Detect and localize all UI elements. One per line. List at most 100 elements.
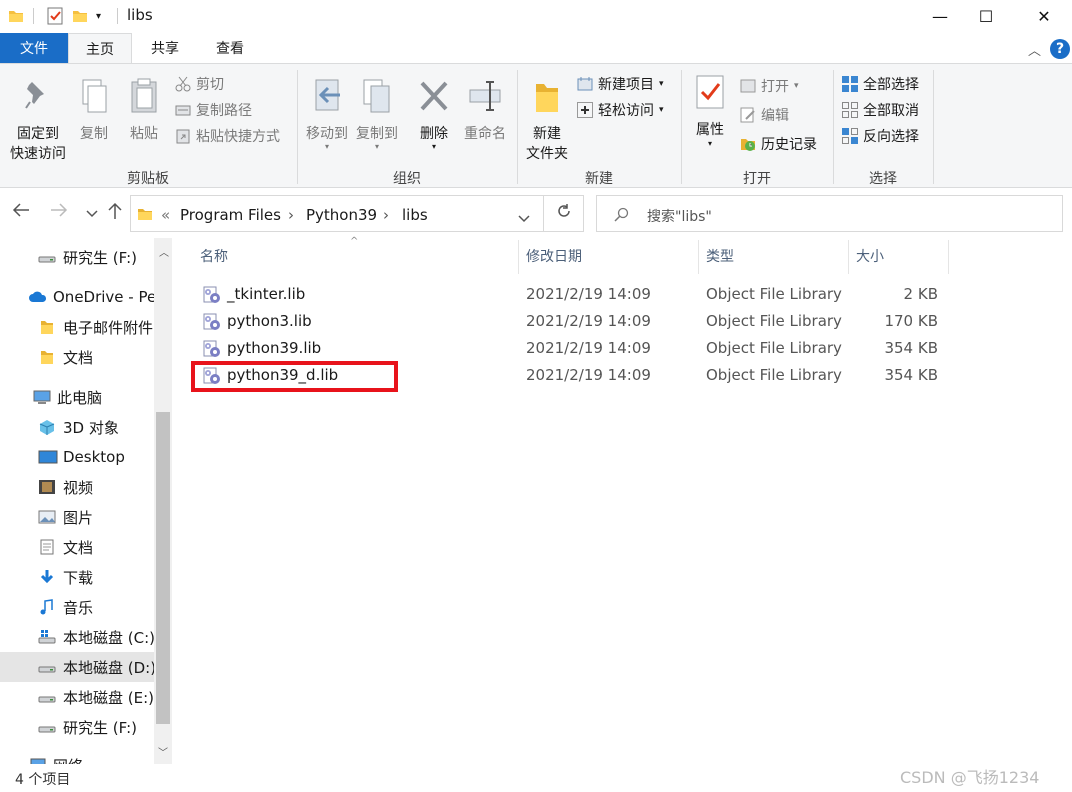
nav-item[interactable]: 研究生 (F:) (0, 712, 154, 742)
back-arrow-icon[interactable] (12, 202, 30, 222)
collapse-ribbon-icon[interactable]: ︿ (1028, 40, 1041, 59)
nav-item[interactable]: 下载 (0, 562, 154, 592)
nav-item[interactable]: 本地磁盘 (D:) (0, 652, 154, 682)
watermark: CSDN @飞扬1234 (900, 768, 1040, 787)
nav-item[interactable]: 网络 (0, 750, 154, 764)
column-header-size[interactable]: 大小 (856, 246, 884, 266)
forward-arrow-icon[interactable] (50, 202, 68, 222)
invert-selection-button[interactable]: 反向选择 (842, 126, 919, 146)
easy-access-icon (577, 102, 593, 118)
file-row[interactable]: _tkinter.lib 2021/2/19 14:09 Object File L… (196, 281, 956, 308)
nav-item[interactable]: 本地磁盘 (E:) (0, 682, 154, 712)
new-folder-button[interactable]: 新建 文件夹 (522, 78, 572, 164)
select-none-button[interactable]: 全部取消 (842, 100, 919, 120)
copy-to-button[interactable]: 复制到 ▾ (352, 78, 402, 151)
customize-quick-access-icon[interactable]: ▾ (96, 6, 101, 26)
column-divider[interactable] (948, 240, 949, 274)
nav-item[interactable]: 研究生 (F:) (0, 242, 154, 272)
breadcrumb-overflow[interactable]: « (161, 206, 170, 224)
group-divider (297, 70, 298, 184)
search-icon (613, 207, 629, 227)
select-all-button[interactable]: 全部选择 (842, 74, 919, 94)
breadcrumb-python39[interactable]: Python39 (306, 206, 377, 224)
maximize-button[interactable]: ☐ (963, 0, 1009, 32)
scroll-down-icon[interactable]: ﹀ (158, 744, 168, 759)
tab-share[interactable]: 共享 (134, 33, 196, 63)
document-icon (38, 539, 56, 555)
drive-icon (38, 719, 56, 735)
nav-item-label: 下载 (63, 568, 94, 587)
nav-item[interactable]: OneDrive - Pe (0, 282, 154, 312)
cloud-icon (28, 289, 47, 305)
nav-item[interactable]: Desktop (0, 442, 154, 472)
file-date: 2021/2/19 14:09 (526, 339, 651, 357)
breadcrumb-separator-icon[interactable]: › (288, 206, 294, 224)
new-folder-quick-icon[interactable] (72, 6, 88, 26)
address-bar[interactable]: « Program Files › Python39 › libs (130, 195, 544, 232)
copy-to-icon (352, 78, 402, 120)
nav-item[interactable]: 音乐 (0, 592, 154, 622)
column-divider[interactable] (848, 240, 849, 274)
new-item-button[interactable]: 新建项目 ▾ (577, 74, 664, 94)
easy-access-button[interactable]: 轻松访问 ▾ (577, 100, 664, 120)
copy-button[interactable]: 复制 (72, 78, 116, 144)
new-item-icon (577, 76, 593, 92)
select-all-icon (842, 76, 858, 92)
nav-item[interactable]: 图片 (0, 502, 154, 532)
recent-locations-chevron-icon[interactable] (86, 204, 98, 223)
nav-item[interactable]: 本地磁盘 (C:) (0, 622, 154, 652)
nav-item[interactable]: 电子邮件附件 (0, 312, 154, 342)
file-name: python39.lib (227, 339, 322, 357)
up-arrow-icon[interactable] (107, 202, 123, 224)
tab-view[interactable]: 查看 (198, 33, 262, 63)
column-header-type[interactable]: 类型 (706, 246, 734, 266)
column-divider[interactable] (698, 240, 699, 274)
move-to-icon (302, 78, 352, 120)
nav-item[interactable]: 视频 (0, 472, 154, 502)
organize-group-label: 组织 (393, 171, 421, 187)
paste-shortcut-button[interactable]: 粘贴快捷方式 (175, 126, 280, 146)
column-header-name[interactable]: 名称 (200, 246, 228, 266)
file-size: 354 KB (884, 339, 938, 357)
file-row[interactable]: python39.lib 2021/2/19 14:09 Object File L… (196, 335, 956, 362)
tab-file[interactable]: 文件 (0, 33, 68, 63)
column-divider[interactable] (518, 240, 519, 274)
refresh-icon (556, 203, 572, 224)
nav-pane-scrollbar[interactable]: ︿ ﹀ (154, 238, 172, 764)
rename-button[interactable]: 重命名 (460, 78, 510, 144)
column-header-date[interactable]: 修改日期 (526, 246, 582, 266)
search-box[interactable]: 搜索"libs" (596, 195, 1063, 232)
move-to-button[interactable]: 移动到 ▾ (302, 78, 352, 151)
nav-item[interactable]: 文档 (0, 532, 154, 562)
ribbon: 固定到 快速访问 复制 粘贴 剪切 复制路径 粘贴快捷方式 剪贴板 移动到 ▾ (0, 63, 1072, 188)
open-button[interactable]: 打开 ▾ (740, 76, 799, 96)
nav-item-label: 图片 (63, 508, 94, 527)
nav-item[interactable]: 文档 (0, 342, 154, 372)
help-icon[interactable]: ? (1050, 39, 1070, 59)
cut-button[interactable]: 剪切 (175, 74, 224, 94)
nav-item[interactable]: 此电脑 (0, 382, 154, 412)
history-button[interactable]: 历史记录 (740, 134, 817, 154)
properties-quick-icon[interactable] (46, 6, 64, 26)
library-file-icon (202, 285, 222, 305)
paste-button[interactable]: 粘贴 (122, 78, 166, 144)
file-name: python3.lib (227, 312, 312, 330)
refresh-button[interactable] (544, 195, 584, 232)
minimize-button[interactable]: — (917, 0, 963, 32)
close-button[interactable]: ✕ (1021, 0, 1067, 32)
tab-home[interactable]: 主页 (68, 33, 132, 64)
address-dropdown-chevron-icon[interactable] (518, 209, 530, 228)
scrollbar-thumb[interactable] (156, 412, 170, 724)
copy-path-button[interactable]: 复制路径 (175, 100, 252, 120)
copy-icon (72, 78, 116, 120)
nav-item[interactable]: 3D 对象 (0, 412, 154, 442)
properties-button[interactable]: 属性 ▾ (688, 74, 732, 148)
delete-button[interactable]: 删除 ▾ (412, 78, 456, 151)
edit-button[interactable]: 编辑 (740, 105, 789, 125)
file-row[interactable]: python3.lib 2021/2/19 14:09 Object File Li… (196, 308, 956, 335)
breadcrumb-program-files[interactable]: Program Files (180, 206, 281, 224)
breadcrumb-libs[interactable]: libs (402, 206, 428, 224)
breadcrumb-separator-icon[interactable]: › (383, 206, 389, 224)
pin-quick-access-button[interactable]: 固定到 快速访问 (4, 78, 72, 164)
scroll-up-icon[interactable]: ︿ (159, 244, 169, 259)
